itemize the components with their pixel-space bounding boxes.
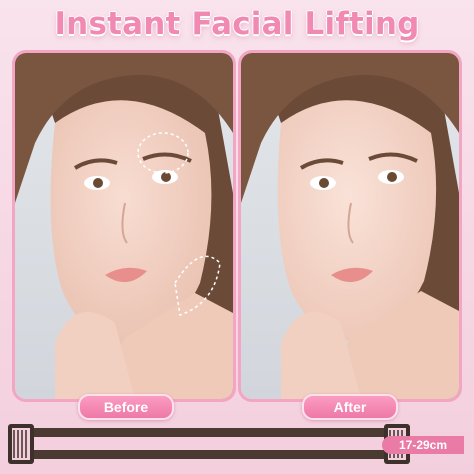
- before-photo-panel: [12, 50, 236, 402]
- after-label: After: [302, 394, 398, 420]
- page-title: Instant Facial Lifting: [54, 6, 420, 42]
- after-face-image: [241, 53, 459, 399]
- after-photo-panel: [238, 50, 462, 402]
- before-label: Before: [78, 394, 174, 420]
- before-face-image: [15, 53, 233, 399]
- strap-size-label: 17-29cm: [382, 436, 464, 454]
